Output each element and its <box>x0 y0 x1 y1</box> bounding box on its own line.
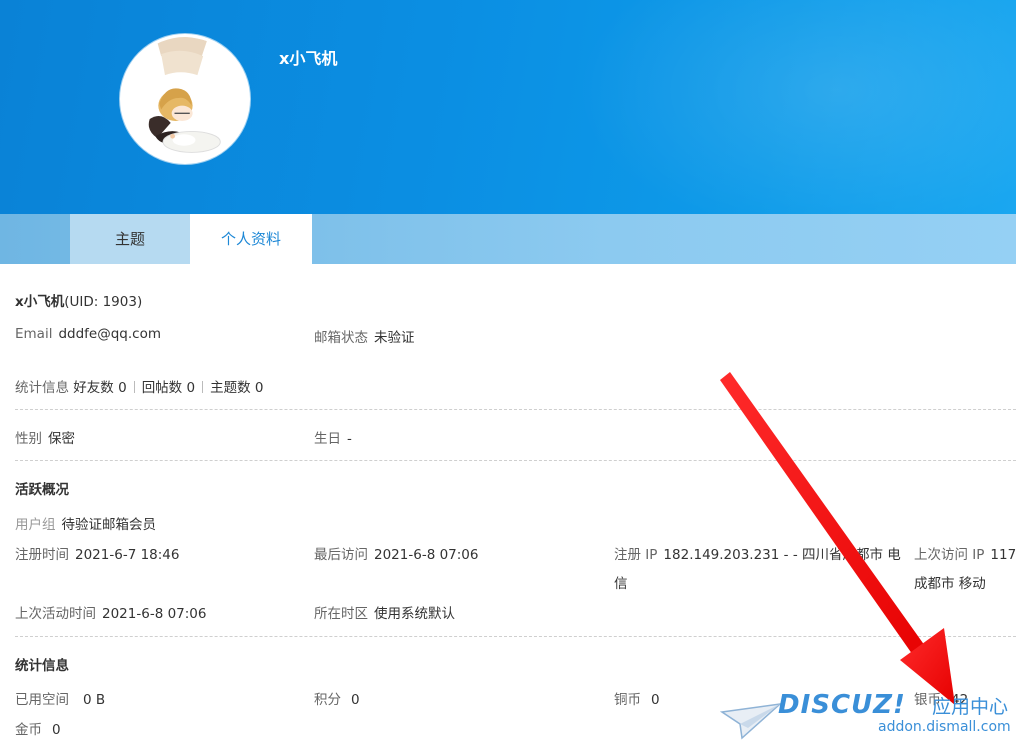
reg-ip-label: 注册 IP <box>614 547 658 563</box>
watermark-cn-text: 应用中心 <box>932 696 1009 718</box>
divider <box>15 460 1016 461</box>
last-active-value: 2021-6-8 07:06 <box>102 606 207 622</box>
last-ip-value: 117 <box>990 547 1016 563</box>
space-label: 已用空间 <box>15 692 69 708</box>
stats-summary-label: 统计信息 <box>15 380 69 396</box>
timezone-value: 使用系统默认 <box>374 606 455 622</box>
divider <box>15 636 1016 637</box>
profile-banner: x小飞机 <box>0 0 1016 214</box>
reg-time-value: 2021-6-7 18:46 <box>75 547 180 563</box>
avatar[interactable] <box>120 34 250 164</box>
points-value: 0 <box>351 692 360 708</box>
tab-topics[interactable]: 主题 <box>70 214 190 264</box>
paper-plane-icon <box>720 702 782 740</box>
usergroup-label: 用户组 <box>15 517 56 533</box>
copper-label: 铜币 <box>614 692 641 708</box>
banner-username: x小飞机 <box>279 49 338 68</box>
points-label: 积分 <box>314 692 341 708</box>
email-status-label: 邮箱状态 <box>314 330 368 346</box>
last-ip-value-cont: 成都市 移动 <box>914 576 986 592</box>
profile-uid: (UID: 1903) <box>64 294 143 310</box>
avatar-illustration <box>123 37 247 161</box>
replies-count-link[interactable]: 回帖数 0 <box>142 380 195 396</box>
friends-count-link[interactable]: 好友数 0 <box>73 380 126 396</box>
reg-time-label: 注册时间 <box>15 547 69 563</box>
gold-label: 金币 <box>15 722 42 738</box>
last-visit-label: 最后访问 <box>314 547 368 563</box>
last-ip-label: 上次访问 IP <box>914 547 985 563</box>
space-value: 0 B <box>83 692 106 708</box>
email-label: Email <box>15 326 53 342</box>
birthday-value: - <box>347 431 352 447</box>
divider <box>15 409 1016 410</box>
activity-heading: 活跃概况 <box>15 482 69 498</box>
usergroup-link[interactable]: 待验证邮箱会员 <box>62 517 157 533</box>
birthday-label: 生日 <box>314 431 341 447</box>
email-status-value: 未验证 <box>374 330 415 346</box>
email-value: dddfe@qq.com <box>58 326 161 342</box>
profile-name: x小飞机 <box>15 294 65 310</box>
gender-label: 性别 <box>15 431 42 447</box>
profile-tabbar: 主题 个人资料 <box>0 214 1016 264</box>
arrow-shaft <box>720 372 935 668</box>
last-visit-value: 2021-6-8 07:06 <box>374 547 479 563</box>
watermark-logo: DISCUZ! <box>778 690 906 720</box>
stats-heading: 统计信息 <box>15 658 69 674</box>
separator <box>133 381 135 393</box>
tab-profile[interactable]: 个人资料 <box>190 214 312 264</box>
reg-ip-value-cont: 信 <box>614 576 628 592</box>
gender-value: 保密 <box>48 431 75 447</box>
threads-count-link[interactable]: 主题数 0 <box>210 380 263 396</box>
reg-ip-value: 182.149.203.231 - - 四川省成都市 电 <box>663 547 901 563</box>
separator <box>202 381 204 393</box>
discuz-watermark: DISCUZ! 应用中心 addon.dismall.com <box>720 690 1016 753</box>
timezone-label: 所在时区 <box>314 606 368 622</box>
last-active-label: 上次活动时间 <box>15 606 96 622</box>
watermark-url: addon.dismall.com <box>878 719 1011 735</box>
gold-value: 0 <box>52 722 61 738</box>
copper-value: 0 <box>651 692 660 708</box>
